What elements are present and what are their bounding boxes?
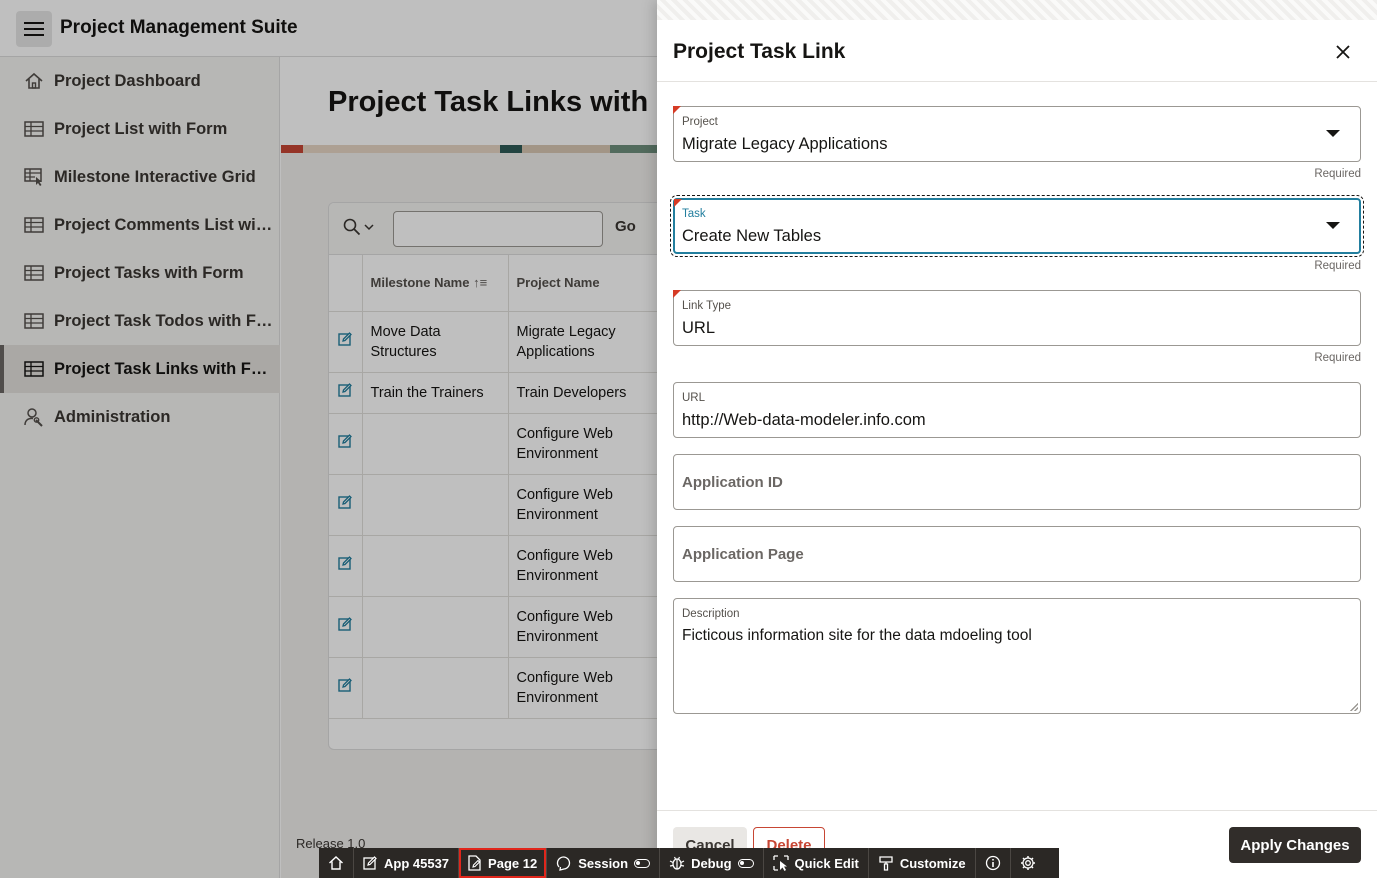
description-textarea[interactable]: Description Ficticous information site f… [673,598,1361,714]
application-id-field[interactable]: Application ID [673,454,1361,510]
project-value: Migrate Legacy Applications [682,135,888,153]
session-button[interactable]: Session [547,848,659,878]
required-hint: Required [1314,168,1361,180]
debug-toggle[interactable] [737,858,754,868]
close-button[interactable] [1329,38,1357,66]
info-button[interactable] [976,848,1010,878]
edit-app-icon [363,855,377,870]
project-select[interactable]: Project Migrate Legacy Applications [673,106,1361,162]
gear-icon [1020,856,1035,870]
divider [657,810,1377,811]
session-icon [557,856,571,871]
paintbrush-icon [879,856,893,871]
divider [657,81,1377,82]
dropdown-arrow-icon [1326,222,1340,229]
session-label: Session [578,855,629,871]
application-page-label: Application Page [682,546,804,563]
task-select[interactable]: Task Create New Tables [670,195,1364,257]
home-icon [329,856,343,870]
info-icon [985,855,1000,871]
description-value: Ficticous information site for the data … [682,627,1032,644]
required-hint: Required [1314,260,1361,272]
application-page-field[interactable]: Application Page [673,526,1361,582]
task-link-drawer: Project Task Link Project Migrate Legacy… [657,0,1377,878]
description-label: Description [682,608,740,620]
page-label: Page 12 [488,855,538,871]
link-type-value: URL [682,319,716,337]
page-button[interactable]: Page 12 [459,848,547,878]
required-hint: Required [1314,352,1361,364]
developer-toolbar: App 45537 Page 12 Session Debug Quick Ed… [319,848,1059,878]
project-label: Project [682,116,718,128]
application-id-label: Application ID [682,474,783,491]
close-icon [1336,45,1350,59]
link-type-field[interactable]: Link Type URL [673,290,1361,346]
settings-button[interactable] [1011,848,1045,878]
session-toggle[interactable] [634,858,651,868]
apply-changes-button[interactable]: Apply Changes [1229,827,1361,863]
dropdown-arrow-icon [1326,130,1340,137]
url-field[interactable]: URL http://Web-data-modeler.info.com [673,382,1361,438]
app-button[interactable]: App 45537 [354,848,458,878]
home-button[interactable] [319,848,353,878]
drawer-title: Project Task Link [673,40,846,63]
quick-edit-icon [772,855,789,871]
task-label: Task [682,208,706,220]
customize-label: Customize [899,855,966,871]
url-label: URL [682,392,706,404]
customize-button[interactable]: Customize [869,848,975,878]
drawer-header-pattern [657,0,1377,20]
debug-button[interactable]: Debug [660,848,762,878]
app-label: App 45537 [384,855,450,871]
quick-edit-label: Quick Edit [794,855,859,871]
resize-handle[interactable] [1350,703,1358,711]
quick-edit-button[interactable]: Quick Edit [764,848,868,878]
bug-icon [669,856,685,870]
url-value: http://Web-data-modeler.info.com [682,411,926,429]
edit-page-icon [468,855,481,871]
link-type-label: Link Type [682,300,732,312]
debug-label: Debug [691,855,732,871]
task-value: Create New Tables [682,227,822,245]
